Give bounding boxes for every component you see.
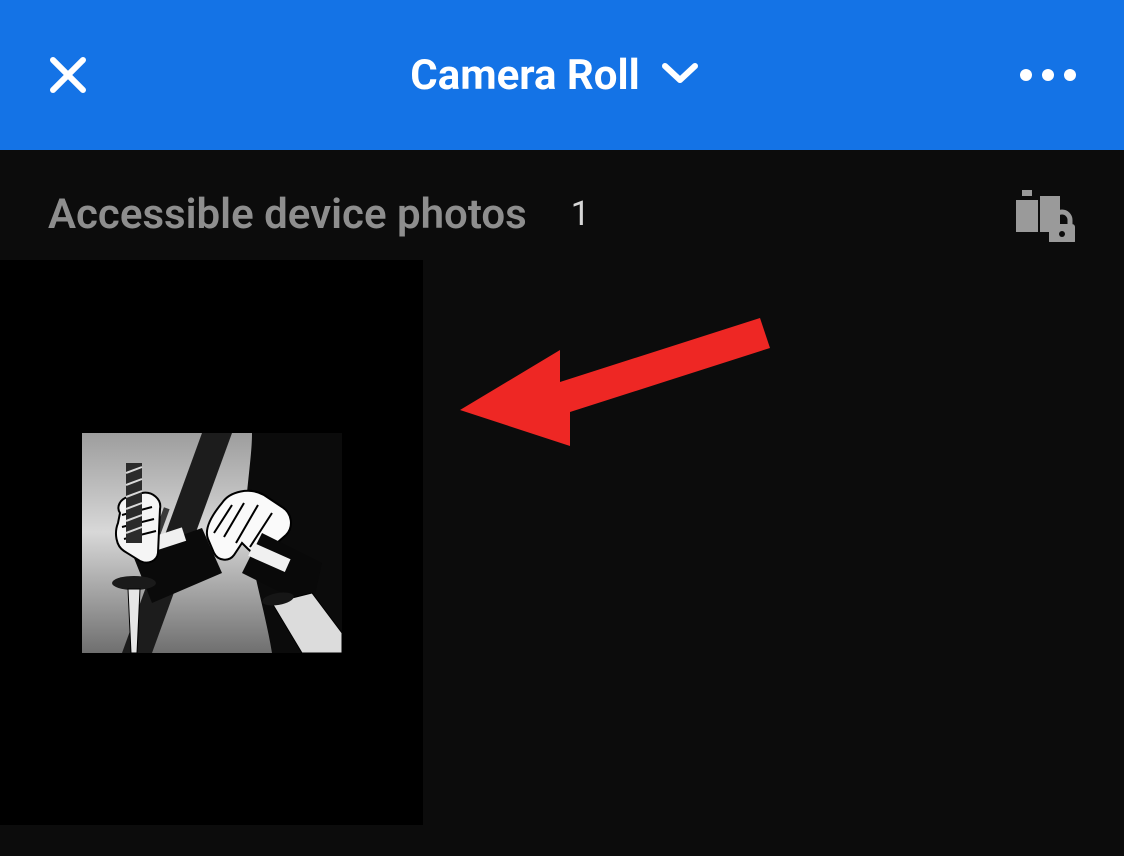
section-label: Accessible device photos [48,190,527,239]
sort-lock-icon[interactable] [1016,186,1076,242]
header-bar: Camera Roll [0,0,1124,150]
thumbnail-image [82,433,342,653]
more-options-icon[interactable] [1020,69,1076,81]
album-picker[interactable]: Camera Roll [410,51,697,100]
photo-thumbnail[interactable] [0,260,423,825]
chevron-down-icon [662,61,698,89]
section-header: Accessible device photos 1 [0,150,1124,260]
close-icon[interactable] [48,55,88,95]
section-count: 1 [571,194,590,234]
album-title: Camera Roll [410,51,639,100]
photo-grid [0,260,1124,825]
